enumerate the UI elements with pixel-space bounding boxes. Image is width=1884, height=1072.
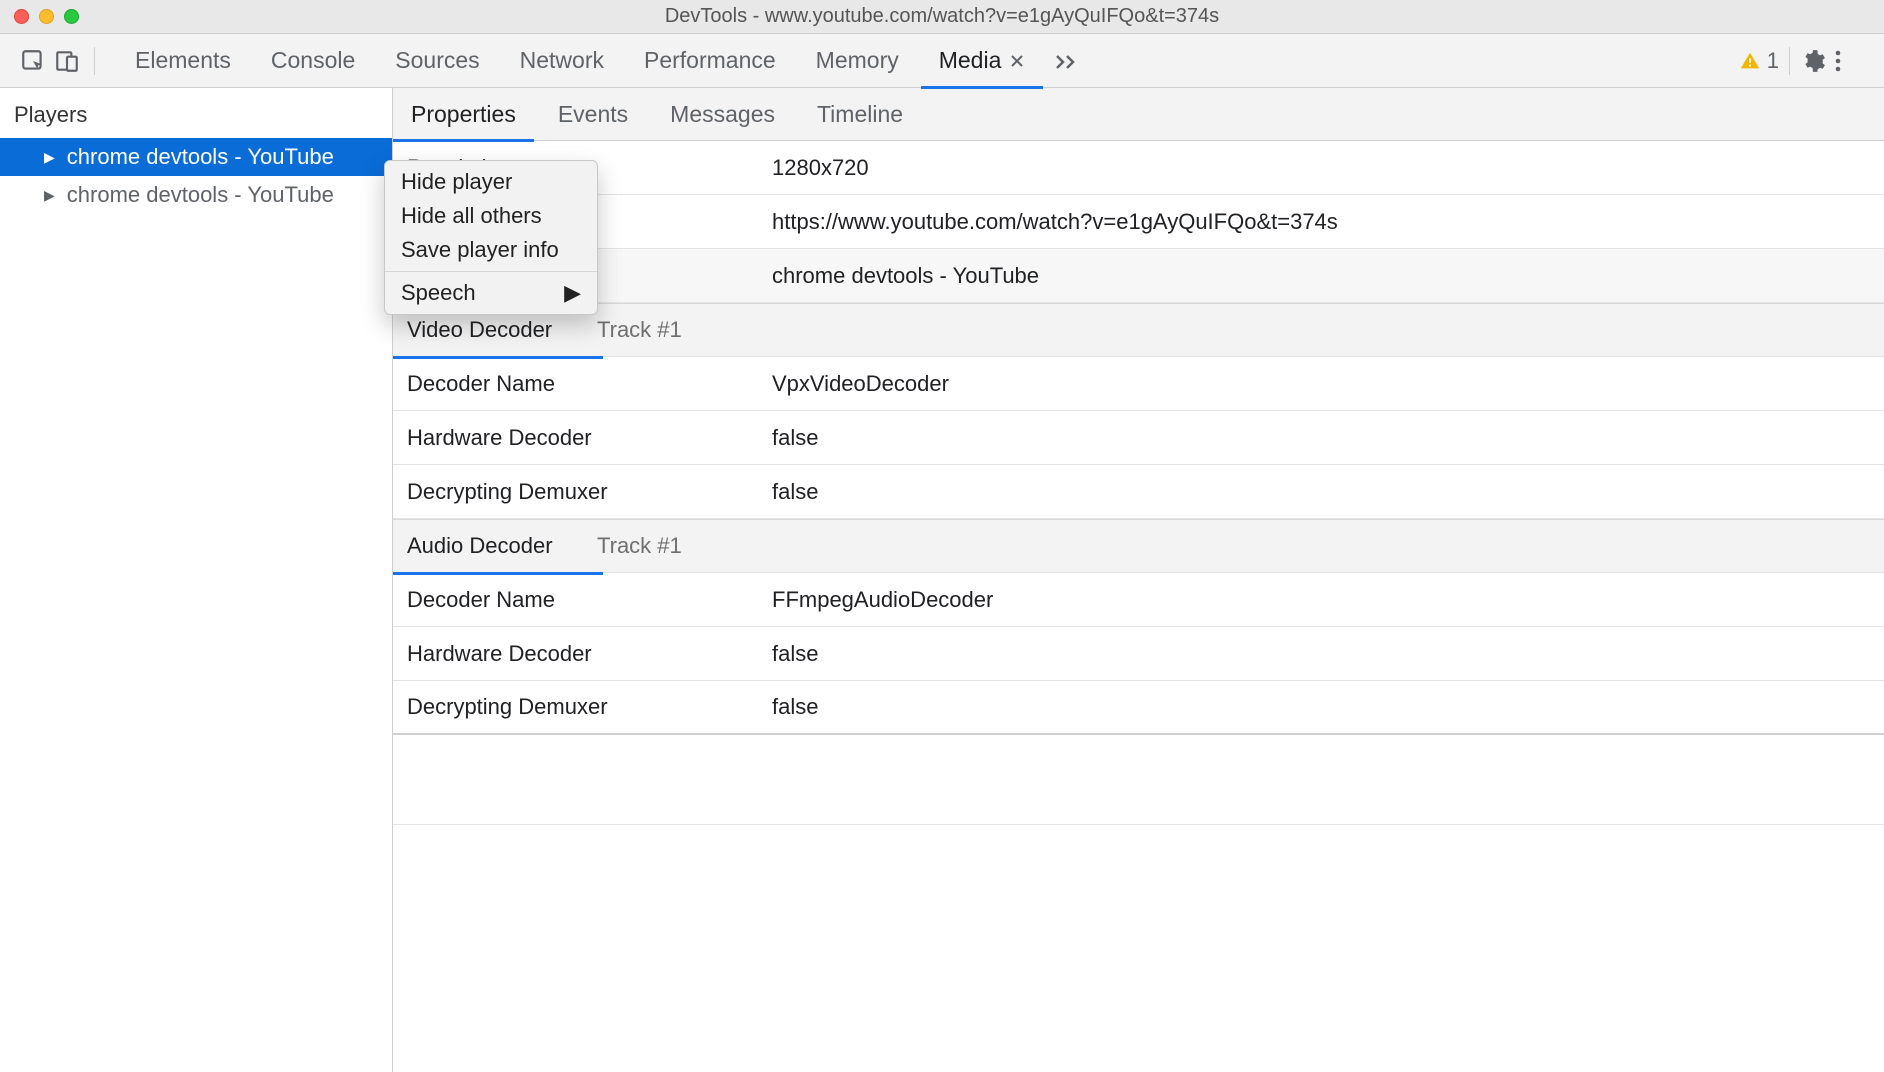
tab-label: Performance bbox=[644, 47, 776, 74]
device-toolbar-icon[interactable] bbox=[50, 44, 84, 78]
chevron-right-icon: ▶ bbox=[564, 280, 581, 306]
property-value: 1280x720 bbox=[772, 155, 869, 181]
players-sidebar: Players ▶ chrome devtools - YouTube ▶ ch… bbox=[0, 88, 393, 1072]
more-options-icon[interactable] bbox=[1834, 49, 1868, 73]
property-row: Hardware Decoder false bbox=[393, 411, 1884, 465]
property-value: https://www.youtube.com/watch?v=e1gAyQuI… bbox=[772, 209, 1338, 235]
property-label: Decoder Name bbox=[407, 587, 772, 613]
media-sub-tabs: Properties Events Messages Timeline bbox=[393, 88, 1884, 141]
separator bbox=[385, 271, 597, 272]
player-item[interactable]: ▶ chrome devtools - YouTube bbox=[0, 176, 392, 214]
play-icon: ▶ bbox=[44, 187, 55, 204]
subtab-timeline[interactable]: Timeline bbox=[799, 88, 921, 141]
empty-area bbox=[393, 735, 1884, 825]
warnings-count: 1 bbox=[1767, 48, 1779, 74]
property-row: Frame Title chrome devtools - YouTube bbox=[393, 249, 1884, 303]
tab-media[interactable]: Media bbox=[921, 34, 1044, 88]
play-icon: ▶ bbox=[44, 149, 55, 166]
property-value: chrome devtools - YouTube bbox=[772, 263, 1039, 289]
property-label: Decrypting Demuxer bbox=[407, 694, 772, 720]
section-track: Track #1 bbox=[597, 317, 682, 343]
property-value: false bbox=[772, 694, 818, 720]
player-item[interactable]: ▶ chrome devtools - YouTube bbox=[0, 138, 392, 176]
separator bbox=[94, 47, 95, 75]
property-value: false bbox=[772, 641, 818, 667]
property-label: Decrypting Demuxer bbox=[407, 479, 772, 505]
window-titlebar: DevTools - www.youtube.com/watch?v=e1gAy… bbox=[0, 0, 1884, 34]
subtab-label: Timeline bbox=[817, 101, 903, 128]
ctx-speech-submenu[interactable]: Speech ▶ bbox=[385, 276, 597, 310]
settings-icon[interactable] bbox=[1800, 48, 1834, 74]
ctx-hide-all-others[interactable]: Hide all others bbox=[385, 199, 597, 233]
subtab-label: Messages bbox=[670, 101, 775, 128]
property-row: Decrypting Demuxer false bbox=[393, 465, 1884, 519]
subtab-messages[interactable]: Messages bbox=[652, 88, 793, 141]
ctx-item-label: Save player info bbox=[401, 237, 559, 263]
property-value: FFmpegAudioDecoder bbox=[772, 587, 993, 613]
section-header-video-decoder: Video Decoder Track #1 bbox=[393, 303, 1884, 357]
property-label: Decoder Name bbox=[407, 371, 772, 397]
warning-icon bbox=[1739, 50, 1761, 72]
devtools-tabs: Elements Console Sources Network Perform… bbox=[117, 34, 1087, 88]
subtab-properties[interactable]: Properties bbox=[393, 88, 534, 141]
devtools-main-toolbar: Elements Console Sources Network Perform… bbox=[0, 34, 1884, 88]
subtab-label: Properties bbox=[411, 101, 516, 128]
property-value: false bbox=[772, 425, 818, 451]
property-row: Decoder Name VpxVideoDecoder bbox=[393, 357, 1884, 411]
property-row: Frame URL https://www.youtube.com/watch?… bbox=[393, 195, 1884, 249]
property-label: Hardware Decoder bbox=[407, 425, 772, 451]
tab-label: Elements bbox=[135, 47, 231, 74]
subtab-events[interactable]: Events bbox=[540, 88, 646, 141]
media-panel: Properties Events Messages Timeline Reso… bbox=[393, 88, 1884, 1072]
ctx-item-label: Speech bbox=[401, 280, 476, 306]
inspect-element-icon[interactable] bbox=[16, 44, 50, 78]
section-track: Track #1 bbox=[597, 533, 682, 559]
tab-elements[interactable]: Elements bbox=[117, 34, 249, 88]
more-tabs-icon[interactable] bbox=[1047, 52, 1087, 70]
player-item-label: chrome devtools - YouTube bbox=[67, 182, 334, 208]
sidebar-heading: Players bbox=[0, 88, 392, 138]
subtab-label: Events bbox=[558, 101, 628, 128]
ctx-item-label: Hide player bbox=[401, 169, 512, 195]
property-label: Hardware Decoder bbox=[407, 641, 772, 667]
section-header-audio-decoder: Audio Decoder Track #1 bbox=[393, 519, 1884, 573]
tab-memory[interactable]: Memory bbox=[798, 34, 917, 88]
context-menu: Hide player Hide all others Save player … bbox=[384, 160, 598, 315]
ctx-item-label: Hide all others bbox=[401, 203, 542, 229]
tab-sources[interactable]: Sources bbox=[377, 34, 497, 88]
tab-network[interactable]: Network bbox=[502, 34, 622, 88]
property-row: Decoder Name FFmpegAudioDecoder bbox=[393, 573, 1884, 627]
section-title: Video Decoder bbox=[407, 317, 552, 342]
tab-performance[interactable]: Performance bbox=[626, 34, 794, 88]
tab-label: Sources bbox=[395, 47, 479, 74]
tab-label: Network bbox=[520, 47, 604, 74]
warnings-badge[interactable]: 1 bbox=[1739, 48, 1779, 74]
property-row: Decrypting Demuxer false bbox=[393, 681, 1884, 735]
separator bbox=[1789, 47, 1790, 75]
property-row: Resolution 1280x720 bbox=[393, 141, 1884, 195]
tab-console[interactable]: Console bbox=[253, 34, 373, 88]
window-title: DevTools - www.youtube.com/watch?v=e1gAy… bbox=[0, 5, 1884, 28]
section-title: Audio Decoder bbox=[407, 533, 553, 558]
ctx-save-player-info[interactable]: Save player info bbox=[385, 233, 597, 267]
tab-label: Memory bbox=[816, 47, 899, 74]
property-value: VpxVideoDecoder bbox=[772, 371, 949, 397]
tab-label: Media bbox=[939, 47, 1002, 74]
close-icon[interactable] bbox=[1009, 53, 1025, 69]
ctx-hide-player[interactable]: Hide player bbox=[385, 165, 597, 199]
tab-label: Console bbox=[271, 47, 355, 74]
property-value: false bbox=[772, 479, 818, 505]
player-item-label: chrome devtools - YouTube bbox=[67, 144, 334, 170]
property-row: Hardware Decoder false bbox=[393, 627, 1884, 681]
properties-list: Resolution 1280x720 Frame URL https://ww… bbox=[393, 141, 1884, 1072]
